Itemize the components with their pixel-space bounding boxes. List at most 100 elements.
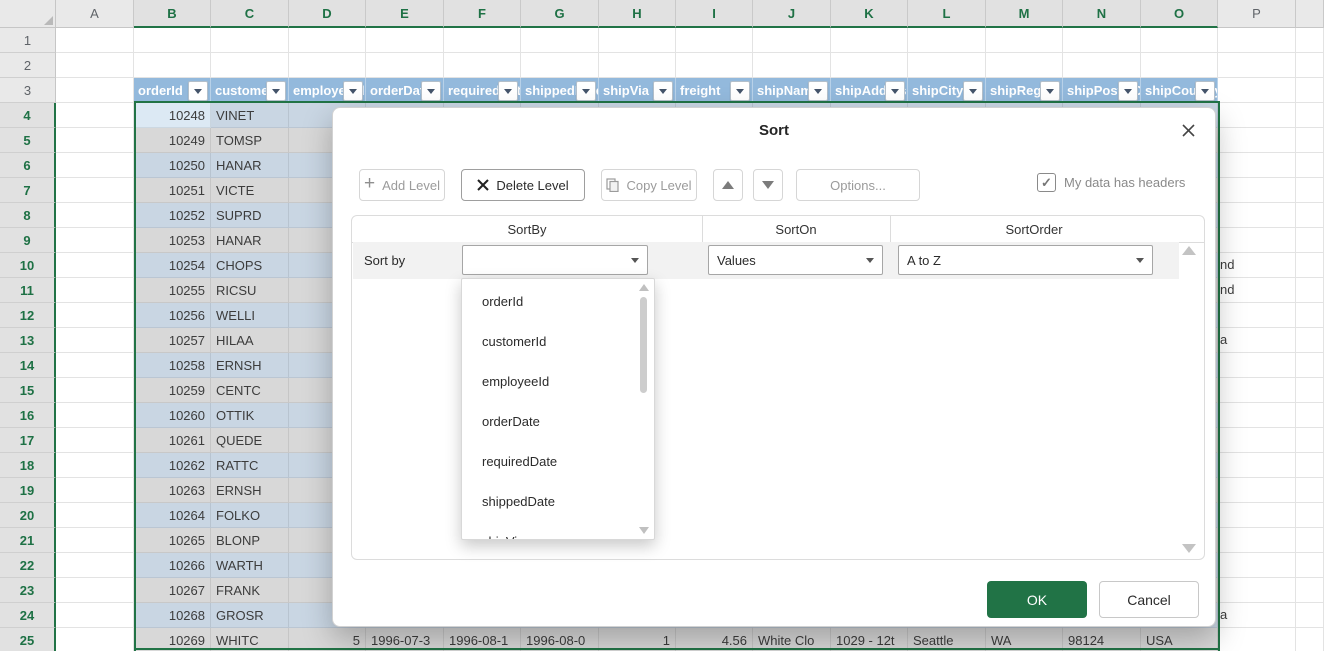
cell-C18[interactable]: RATTC <box>211 453 289 478</box>
cell-I2[interactable] <box>676 53 753 78</box>
cell-A4[interactable] <box>56 103 134 128</box>
sort-on-combobox[interactable]: Values <box>708 245 883 275</box>
row-header-7[interactable]: 7 <box>0 178 56 203</box>
cell-P17[interactable] <box>1218 428 1296 453</box>
row-header-25[interactable]: 25 <box>0 628 56 651</box>
filter-button[interactable] <box>576 81 596 101</box>
add-level-button[interactable]: + Add Level <box>359 169 445 201</box>
filter-button[interactable] <box>653 81 673 101</box>
column-header-K[interactable]: K <box>831 0 908 28</box>
cell-A25[interactable] <box>56 628 134 651</box>
filter-button[interactable] <box>421 81 441 101</box>
cell-B21[interactable]: 10265 <box>134 528 211 553</box>
cell-J1[interactable] <box>753 28 831 53</box>
cell-L1[interactable] <box>908 28 986 53</box>
cell-B12[interactable]: 10256 <box>134 303 211 328</box>
row-header-23[interactable]: 23 <box>0 578 56 603</box>
cell-A23[interactable] <box>56 578 134 603</box>
column-header-partial[interactable] <box>1296 0 1324 28</box>
cell-C20[interactable]: FOLKO <box>211 503 289 528</box>
column-header-B[interactable]: B <box>134 0 211 28</box>
cell-C11[interactable]: RICSU <box>211 278 289 303</box>
cell-A20[interactable] <box>56 503 134 528</box>
cell-A15[interactable] <box>56 378 134 403</box>
cell-B9[interactable]: 10253 <box>134 228 211 253</box>
row-header-8[interactable]: 8 <box>0 203 56 228</box>
cell-Q19[interactable] <box>1296 478 1324 503</box>
cell-Q3[interactable] <box>1296 78 1324 103</box>
cell-P23[interactable] <box>1218 578 1296 603</box>
table-header-shipAddress[interactable]: shipAddress <box>831 78 908 103</box>
cell-B23[interactable]: 10267 <box>134 578 211 603</box>
dropdown-item-customerId[interactable]: customerId <box>462 321 654 361</box>
cell-C24[interactable]: GROSR <box>211 603 289 628</box>
column-header-I[interactable]: I <box>676 0 753 28</box>
panel-scroll-down-icon[interactable] <box>1182 544 1196 553</box>
cell-C16[interactable]: OTTIK <box>211 403 289 428</box>
column-header-E[interactable]: E <box>366 0 444 28</box>
cell-B22[interactable]: 10266 <box>134 553 211 578</box>
cell-B5[interactable]: 10249 <box>134 128 211 153</box>
cell-Q8[interactable] <box>1296 203 1324 228</box>
column-header-F[interactable]: F <box>444 0 521 28</box>
cell-D1[interactable] <box>289 28 366 53</box>
cell-B6[interactable]: 10250 <box>134 153 211 178</box>
cell-K2[interactable] <box>831 53 908 78</box>
cell-P7[interactable] <box>1218 178 1296 203</box>
cell-P19[interactable] <box>1218 478 1296 503</box>
cell-N1[interactable] <box>1063 28 1141 53</box>
cell-Q1[interactable] <box>1296 28 1324 53</box>
cell-C15[interactable]: CENTC <box>211 378 289 403</box>
cell-B19[interactable]: 10263 <box>134 478 211 503</box>
cell-B1[interactable] <box>134 28 211 53</box>
cell-Q17[interactable] <box>1296 428 1324 453</box>
cell-Q24[interactable] <box>1296 603 1324 628</box>
scrollbar-down-icon[interactable] <box>639 527 649 534</box>
cell-A1[interactable] <box>56 28 134 53</box>
table-header-shipVia[interactable]: shipVia <box>599 78 676 103</box>
cell-A22[interactable] <box>56 553 134 578</box>
row-header-12[interactable]: 12 <box>0 303 56 328</box>
filter-button[interactable] <box>1195 81 1215 101</box>
table-header-shipRegion[interactable]: shipRegion <box>986 78 1063 103</box>
cell-E1[interactable] <box>366 28 444 53</box>
dropdown-item-shipVia[interactable]: shipVia <box>462 521 654 540</box>
dropdown-scrollbar[interactable] <box>637 282 650 536</box>
table-header-customerId[interactable]: customerId <box>211 78 289 103</box>
cell-Q14[interactable] <box>1296 353 1324 378</box>
cell-P2[interactable] <box>1218 53 1296 78</box>
row-header-10[interactable]: 10 <box>0 253 56 278</box>
cell-M2[interactable] <box>986 53 1063 78</box>
cell-Q13[interactable] <box>1296 328 1324 353</box>
cell-C6[interactable]: HANAR <box>211 153 289 178</box>
cell-C1[interactable] <box>211 28 289 53</box>
filter-button[interactable] <box>498 81 518 101</box>
filter-button[interactable] <box>808 81 828 101</box>
cell-A14[interactable] <box>56 353 134 378</box>
cell-C19[interactable]: ERNSH <box>211 478 289 503</box>
cell-Q23[interactable] <box>1296 578 1324 603</box>
column-header-P[interactable]: P <box>1218 0 1296 28</box>
table-header-shippedDate[interactable]: shippedDate <box>521 78 599 103</box>
cell-A10[interactable] <box>56 253 134 278</box>
cell-D2[interactable] <box>289 53 366 78</box>
filter-button[interactable] <box>343 81 363 101</box>
cell-B14[interactable]: 10258 <box>134 353 211 378</box>
cell-M1[interactable] <box>986 28 1063 53</box>
cell-C8[interactable]: SUPRD <box>211 203 289 228</box>
cell-P21[interactable] <box>1218 528 1296 553</box>
cell-A9[interactable] <box>56 228 134 253</box>
row-header-4[interactable]: 4 <box>0 103 56 128</box>
scrollbar-thumb[interactable] <box>640 297 647 393</box>
dropdown-item-requiredDate[interactable]: requiredDate <box>462 441 654 481</box>
cell-C2[interactable] <box>211 53 289 78</box>
options-button[interactable]: Options... <box>796 169 920 201</box>
cell-A13[interactable] <box>56 328 134 353</box>
table-header-freight[interactable]: freight <box>676 78 753 103</box>
cell-Q11[interactable] <box>1296 278 1324 303</box>
cell-P14[interactable] <box>1218 353 1296 378</box>
row-header-9[interactable]: 9 <box>0 228 56 253</box>
cell-C10[interactable]: CHOPS <box>211 253 289 278</box>
cell-P9[interactable] <box>1218 228 1296 253</box>
table-header-shipCountry[interactable]: shipCountry <box>1141 78 1218 103</box>
